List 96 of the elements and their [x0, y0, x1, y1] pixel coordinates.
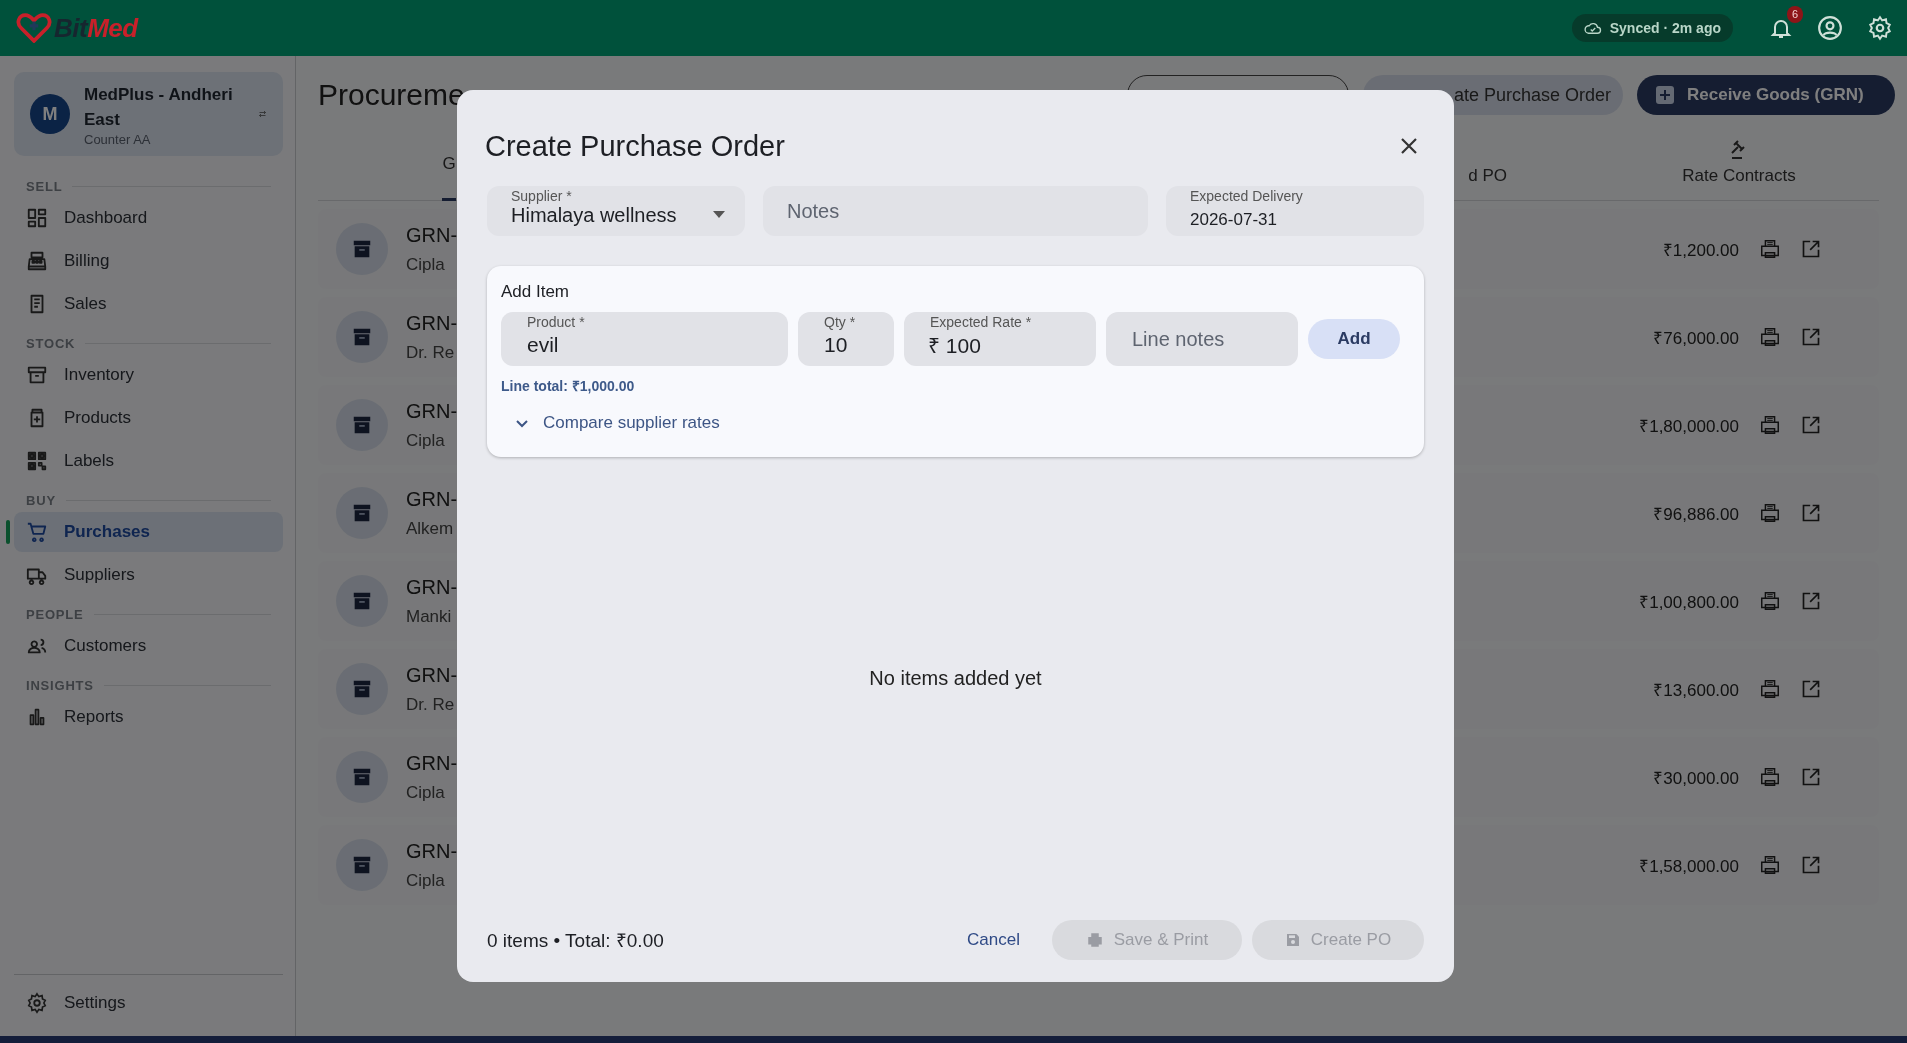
empty-message: No items added yet — [869, 667, 1042, 690]
counter-name: Counter AA — [84, 131, 152, 147]
sidebar-item[interactable]: Inventory — [14, 355, 283, 395]
open-external-icon — [1801, 855, 1821, 875]
sidebar-item[interactable]: Reports — [14, 697, 283, 737]
notes-field[interactable]: Notes — [763, 186, 1148, 236]
store-switcher[interactable]: M MedPlus - Andheri East Counter AA — [14, 72, 283, 156]
sync-status-badge: Synced · 2m ago — [1571, 14, 1733, 42]
sidebar-item[interactable]: Settings — [14, 983, 283, 1023]
cart-icon — [26, 521, 48, 543]
supplier-name: Dr. Re — [406, 694, 456, 715]
tab[interactable]: Rate Contracts — [1639, 128, 1839, 200]
sidebar-item[interactable]: Dashboard — [14, 198, 283, 238]
section-heading: INSIGHTS — [26, 677, 94, 693]
receipt-number: GRN- — [406, 311, 458, 335]
product-field[interactable]: Product * evil — [501, 312, 788, 366]
archive-icon — [26, 364, 48, 386]
sidebar-item[interactable]: Products — [14, 398, 283, 438]
supplier-name: Cipla — [406, 782, 446, 803]
dashboard-icon — [26, 207, 48, 229]
open-external-icon — [1801, 239, 1821, 259]
section-heading: SELL — [26, 178, 63, 194]
archive-icon — [351, 238, 373, 260]
amount: ₹1,00,800.00 — [1639, 591, 1739, 613]
cloud-check-icon — [1583, 21, 1602, 35]
tab[interactable]: d PO — [1468, 128, 1507, 200]
expected-rate-field[interactable]: Expected Rate * ₹ 100 — [904, 312, 1096, 366]
amount: ₹30,000.00 — [1653, 767, 1739, 789]
save-icon — [1284, 932, 1301, 948]
open-external-icon — [1801, 503, 1821, 523]
open-external-icon — [1801, 679, 1821, 699]
dialog-title: Create Purchase Order — [485, 129, 785, 163]
heart-logo-icon — [16, 13, 52, 43]
tab[interactable]: G — [442, 128, 456, 200]
qr-code-icon — [26, 450, 48, 472]
settings-icon — [26, 992, 48, 1014]
receipt-number: GRN- — [406, 839, 458, 863]
close-icon — [1400, 137, 1418, 155]
card-title: Add Item — [501, 282, 570, 302]
archive-icon — [351, 590, 373, 612]
plus-icon — [1655, 85, 1675, 105]
open-external-icon — [1801, 591, 1821, 611]
section-heading: BUY — [26, 492, 56, 508]
amount: ₹1,58,000.00 — [1639, 855, 1739, 877]
archive-icon — [351, 414, 373, 436]
receipt-number: GRN- — [406, 751, 458, 775]
section-heading: STOCK — [26, 335, 76, 351]
add-button[interactable]: Add — [1308, 319, 1400, 359]
sidebar-item[interactable]: Billing — [14, 241, 283, 281]
supplier-name: Manki — [406, 606, 453, 627]
notification-count-badge: 6 — [1787, 6, 1803, 23]
supplier-name: Cipla — [406, 870, 446, 891]
order-summary: 0 items • Total: ₹0.00 — [487, 929, 664, 953]
archive-icon — [351, 502, 373, 524]
supplier-name: Cipla — [406, 430, 446, 451]
archive-icon — [351, 766, 373, 788]
receipt-number: GRN- — [406, 223, 458, 247]
amount: ₹1,80,000.00 — [1639, 415, 1739, 437]
line-total: Line total: ₹1,000.00 — [501, 377, 635, 395]
receipt-number: GRN- — [406, 399, 458, 423]
amount: ₹76,000.00 — [1653, 327, 1739, 349]
open-external-icon — [1801, 415, 1821, 435]
section-heading: PEOPLE — [26, 606, 84, 622]
caret-icon — [713, 211, 725, 218]
receive-goods-button[interactable]: Receive Goods (GRN) — [1637, 75, 1895, 115]
page-title: Procureme — [318, 78, 465, 112]
store-name: MedPlus - Andheri East — [84, 83, 234, 131]
sidebar-item[interactable]: Customers — [14, 626, 283, 666]
supplier-name: Cipla — [406, 254, 446, 275]
sidebar-item[interactable]: Suppliers — [14, 555, 283, 595]
receipt-number: GRN- — [406, 575, 458, 599]
expected-delivery-field[interactable]: Expected Delivery 2026-07-31 — [1166, 186, 1424, 236]
store-avatar: M — [30, 94, 70, 134]
settings-icon — [1867, 15, 1893, 41]
receipt-number: GRN- — [406, 487, 458, 511]
archive-icon — [351, 326, 373, 348]
account-icon — [1817, 15, 1843, 41]
chevron-icon — [515, 418, 529, 428]
quantity-field[interactable]: Qty * 10 — [798, 312, 894, 366]
supplier-name: Alkem — [406, 518, 455, 539]
amount: ₹1,200.00 — [1662, 239, 1739, 261]
archive-icon — [351, 678, 373, 700]
amount: ₹96,886.00 — [1653, 503, 1739, 525]
cancel-button[interactable]: Cancel — [945, 920, 1042, 960]
open-external-icon — [1801, 767, 1821, 787]
archive-icon — [351, 854, 373, 876]
sidebar-item[interactable]: Sales — [14, 284, 283, 324]
register-icon — [26, 250, 48, 272]
receipt-number: GRN- — [406, 663, 458, 687]
sidebar-item[interactable]: Labels — [14, 441, 283, 481]
amount: ₹13,600.00 — [1653, 679, 1739, 701]
supplier-select[interactable]: Supplier * Himalaya wellness — [487, 186, 745, 236]
open-external-icon — [1801, 327, 1821, 347]
line-notes-field[interactable]: Line notes — [1106, 312, 1298, 366]
compare-rates-toggle[interactable]: Compare supplier rates — [501, 407, 734, 439]
supplier-name: Dr. Re — [406, 342, 456, 363]
